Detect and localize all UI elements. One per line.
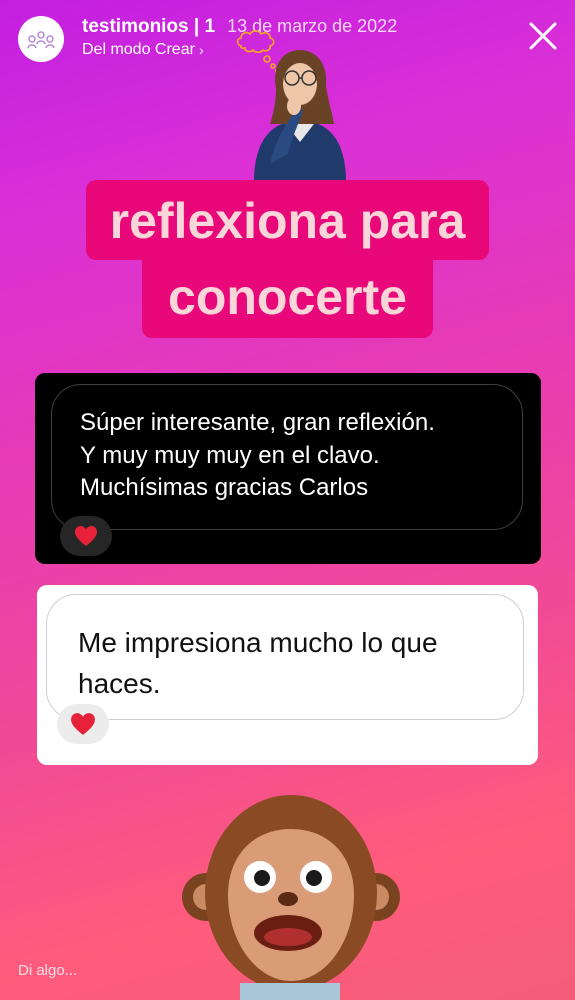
story-title: reflexiona para conocerte — [33, 180, 542, 338]
monkey-puppet-sticker — [182, 795, 400, 1000]
response-text-line: Muchísimas gracias Carlos — [80, 474, 369, 502]
response-text-line: Y muy muy muy en el clavo. — [80, 441, 380, 469]
highlight-cover-icon — [27, 31, 55, 49]
chevron-right-icon: › — [198, 42, 204, 58]
heart-icon — [71, 713, 95, 735]
response-card-2: Me impresiona mucho lo que haces. — [37, 585, 538, 765]
create-mode-label: Del modo Crear — [82, 41, 195, 58]
reaction-badge — [60, 516, 112, 556]
reply-input[interactable]: Di algo... — [18, 962, 77, 979]
username[interactable]: testimonios | 1 — [82, 16, 215, 38]
person-thinking-sticker — [254, 50, 346, 182]
create-mode-link[interactable]: Del modo Crear › — [82, 41, 204, 59]
response-text-line: haces. — [78, 667, 161, 699]
title-line-1: reflexiona para — [85, 180, 490, 260]
avatar[interactable] — [18, 16, 64, 62]
heart-icon — [75, 526, 97, 546]
title-line-2: conocerte — [142, 258, 433, 338]
response-bubble: Súper interesante, gran reflexión. Y muy… — [51, 384, 523, 530]
close-icon — [529, 22, 557, 50]
response-text-line: Me impresiona mucho lo que — [78, 627, 438, 658]
reaction-badge — [57, 704, 109, 744]
story-view[interactable]: testimonios | 1 13 de marzo de 2022 Del … — [0, 0, 575, 1000]
response-card-1: Súper interesante, gran reflexión. Y muy… — [35, 373, 541, 564]
response-bubble: Me impresiona mucho lo que haces. — [46, 594, 524, 720]
close-button[interactable] — [527, 20, 559, 52]
response-text-line: Súper interesante, gran reflexión. — [80, 409, 435, 436]
